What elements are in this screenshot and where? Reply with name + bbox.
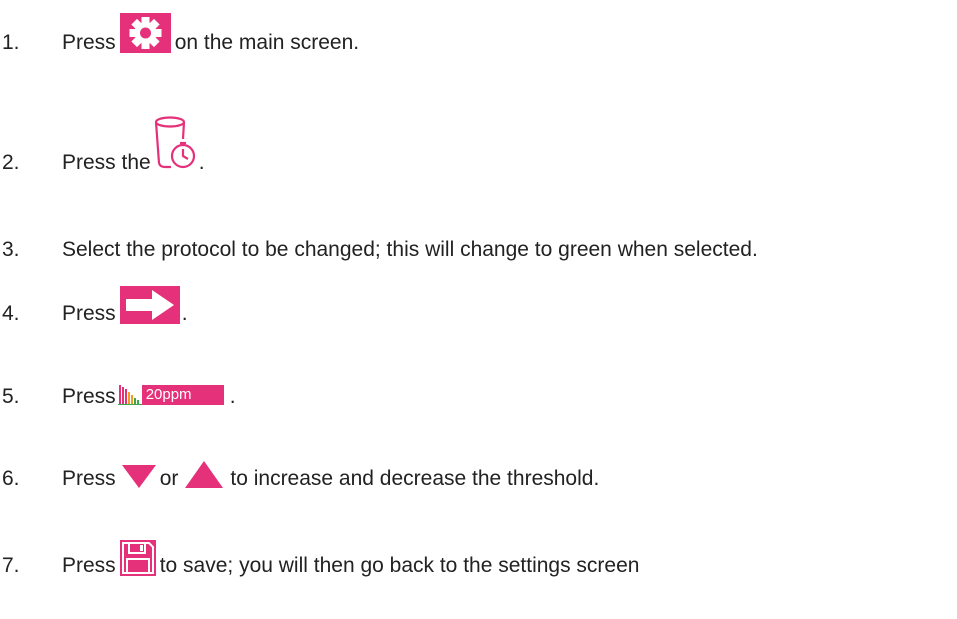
step-text-after: to save; you will then go back to the se… <box>159 554 640 577</box>
step-number: 7. <box>2 554 20 577</box>
step-text-before: Press the <box>62 151 151 174</box>
threshold-control: 20ppm <box>117 385 224 405</box>
step-text: Select the protocol to be changed; this … <box>62 238 758 261</box>
step-number: 6. <box>2 467 20 490</box>
gear-icon <box>119 13 171 53</box>
step-7: 7. Press to save; you will then go back … <box>0 536 639 576</box>
step-5: 5. Press 20ppm . <box>0 367 236 407</box>
step-text-before: Press <box>62 302 116 325</box>
step-text-before: Press <box>62 467 116 490</box>
step-6: 6. Press or to increase and decrease the… <box>0 449 599 489</box>
step-1: 1. Press on the main screen. <box>0 13 359 53</box>
floppy-disk-icon <box>119 540 156 576</box>
ppm-value-chip: 20ppm <box>141 385 224 405</box>
step-number: 5. <box>2 385 20 408</box>
triangle-up-icon <box>184 459 224 489</box>
step-number: 2. <box>2 151 20 174</box>
step-text-after: . <box>229 385 236 408</box>
step-3: 3. Select the protocol to be changed; th… <box>0 220 758 260</box>
step-text-before: Press <box>62 31 116 54</box>
step-text-before: Press <box>62 385 116 408</box>
bar-chart-icon <box>117 385 142 405</box>
bin-timer-icon <box>153 113 197 173</box>
step-text-middle: or <box>159 467 179 490</box>
step-text-after: . <box>181 302 188 325</box>
step-text-after: on the main screen. <box>174 31 360 54</box>
step-text-before: Press <box>62 554 116 577</box>
step-number: 3. <box>2 238 20 261</box>
step-2: 2. Press the . <box>0 113 205 173</box>
step-text-after: . <box>198 151 205 174</box>
arrow-right-icon <box>119 286 180 324</box>
step-text-after: to increase and decrease the threshold. <box>230 467 600 490</box>
step-number: 4. <box>2 302 20 325</box>
triangle-down-icon <box>120 461 158 489</box>
step-number: 1. <box>2 31 20 54</box>
step-4: 4. Press . <box>0 284 188 324</box>
